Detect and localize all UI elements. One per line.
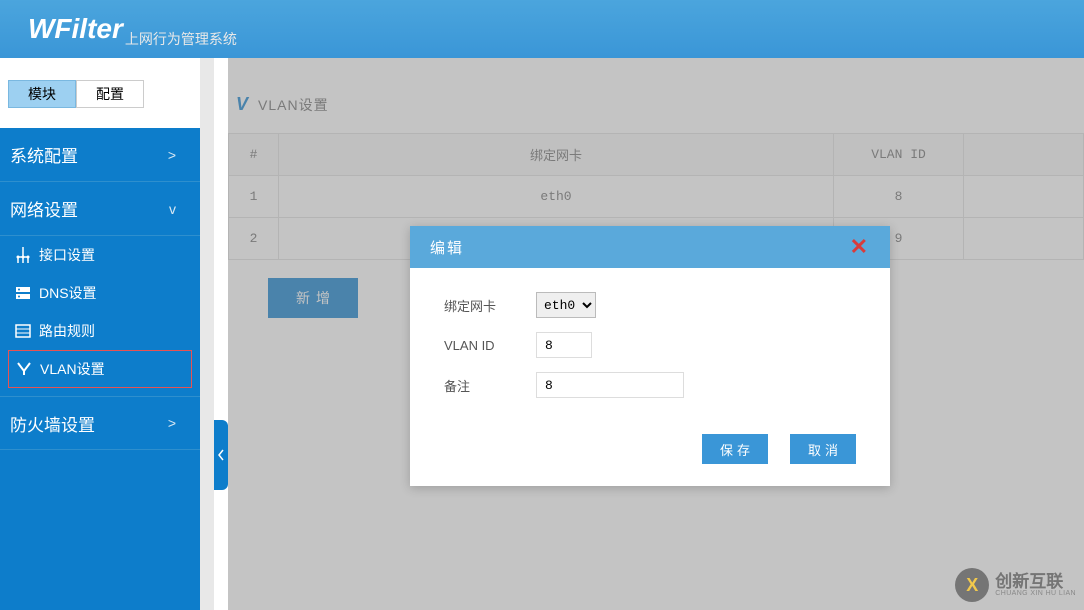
modal-title: 编辑 [430, 237, 464, 258]
edit-modal: 编辑 ✕ 绑定网卡 eth0 VLAN ID 备注 保存 取消 [410, 226, 890, 486]
modal-header: 编辑 ✕ [410, 226, 890, 268]
sidebar-collapse-handle[interactable] [214, 420, 228, 490]
sidebar: 模块 配置 系统配置 > 网络设置 v 接口设置 DNS设置 [0, 58, 214, 610]
sidebar-section-firewall[interactable]: 防火墙设置 > [0, 396, 200, 450]
sidebar-item-vlan[interactable]: VLAN设置 [8, 350, 192, 388]
sidebar-section-label: 系统配置 [10, 142, 78, 167]
label-remark: 备注 [444, 376, 536, 395]
label-nic: 绑定网卡 [444, 296, 536, 315]
sidebar-section-system[interactable]: 系统配置 > [0, 128, 200, 182]
sidebar-scrollbar[interactable] [200, 58, 214, 610]
sidebar-item-label: 路由规则 [39, 321, 95, 341]
footer-brand-logo: X 创新互联 CHUANG XIN HU LIAN [955, 568, 1076, 602]
sidebar-section-label: 防火墙设置 [10, 411, 95, 436]
sidebar-section-label: 网络设置 [10, 196, 78, 221]
interface-icon [15, 247, 31, 263]
app-title: WFilter [28, 13, 123, 45]
sidebar-section-network[interactable]: 网络设置 v [0, 182, 200, 236]
vlan-icon [16, 361, 32, 377]
modal-body: 绑定网卡 eth0 VLAN ID 备注 [410, 268, 890, 426]
tab-config[interactable]: 配置 [76, 80, 144, 108]
sidebar-item-interface[interactable]: 接口设置 [0, 236, 200, 274]
chevron-right-icon: > [168, 415, 176, 431]
close-icon[interactable]: ✕ [850, 234, 870, 260]
cancel-button[interactable]: 取消 [790, 434, 856, 464]
brand-logo-icon: X [955, 568, 989, 602]
vlan-id-input[interactable] [536, 332, 592, 358]
save-button[interactable]: 保存 [702, 434, 768, 464]
brand-name-en: CHUANG XIN HU LIAN [995, 590, 1076, 597]
brand-name-cn: 创新互联 [995, 573, 1076, 590]
label-vlan: VLAN ID [444, 338, 536, 353]
dns-icon [15, 285, 31, 301]
remark-input[interactable] [536, 372, 684, 398]
app-subtitle: 上网行为管理系统 [125, 29, 237, 49]
nic-select[interactable]: eth0 [536, 292, 596, 318]
chevron-down-icon: v [169, 201, 176, 217]
route-icon [15, 323, 31, 339]
chevron-right-icon: > [168, 147, 176, 163]
sidebar-item-label: DNS设置 [39, 283, 97, 303]
app-header: WFilter 上网行为管理系统 [0, 0, 1084, 58]
tab-module[interactable]: 模块 [8, 80, 76, 108]
sidebar-item-label: 接口设置 [39, 245, 95, 265]
sidebar-tabs: 模块 配置 [0, 58, 200, 128]
sidebar-item-route[interactable]: 路由规则 [0, 312, 200, 350]
sidebar-item-label: VLAN设置 [40, 359, 105, 379]
sidebar-item-dns[interactable]: DNS设置 [0, 274, 200, 312]
modal-footer: 保存 取消 [410, 426, 890, 486]
